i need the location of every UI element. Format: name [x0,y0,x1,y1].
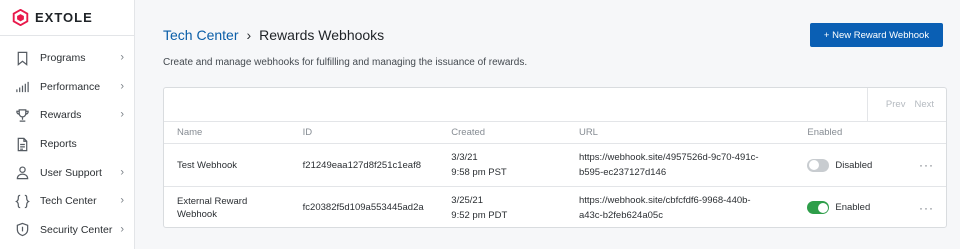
sidebar-item-label: Rewards [40,109,82,122]
page-title: Rewards Webhooks [259,27,385,43]
enabled-status-label: Disabled [835,159,873,171]
extole-logo-icon [12,9,29,26]
column-header-created: Created [451,127,486,138]
document-icon [14,136,30,152]
more-options-icon[interactable]: ··· [907,158,946,172]
sidebar-item-security-center[interactable]: Security Center › [0,216,134,245]
shield-icon [14,222,30,238]
column-header-enabled: Enabled [807,127,843,138]
sidebar-nav: Programs › Performance › Rewards › Repor… [0,44,134,244]
sidebar-item-label: User Support [40,166,102,179]
enabled-toggle[interactable] [807,201,830,214]
chevron-right-icon: › [120,194,124,207]
logo[interactable]: EXTOLE [0,0,134,36]
breadcrumb-separator: › [246,27,252,43]
sidebar-item-rewards[interactable]: Rewards › [0,101,134,130]
table-row[interactable]: External Reward Webhook fc20382f5d109a55… [164,186,946,228]
column-header-url: URL [578,127,598,138]
chevron-right-icon: › [120,51,124,64]
next-page-button[interactable]: Next [914,99,934,110]
webhook-url: https://webhook.site/cbfcfdf6-9968-440b-… [579,193,807,223]
enabled-status-label: Enabled [835,202,871,213]
webhook-id: f21249eaa127d8f251c1eaf8 [302,159,422,171]
webhook-name: Test Webhook [164,159,303,172]
table-header: Name ID Created URL Enabled [164,122,946,144]
logo-text: EXTOLE [35,10,93,25]
bookmark-icon [14,50,30,66]
sidebar-item-label: Reports [40,138,77,151]
braces-icon [14,193,30,209]
enabled-toggle[interactable] [807,158,830,172]
breadcrumb-tech-center-link[interactable]: Tech Center [163,27,238,43]
sidebar-item-tech-center[interactable]: Tech Center › [0,187,134,216]
sidebar-item-label: Tech Center [40,195,97,208]
bar-chart-icon [14,79,30,95]
sidebar-item-label: Performance [40,80,101,93]
created-time: 9:58 pm PST [451,167,507,178]
webhook-created: 3/25/21 9:52 pm PDT [451,193,579,223]
webhook-name-line1: External Reward [177,195,248,207]
breadcrumb: Tech Center › Rewards Webhooks [163,27,384,43]
sidebar-item-performance[interactable]: Performance › [0,73,134,102]
column-header-name: Name [177,127,203,138]
webhook-created: 3/3/21 9:58 pm PST [451,150,579,180]
sidebar: EXTOLE Programs › Performance › Rewards … [0,0,135,249]
webhook-name-line2: Webhook [177,208,217,220]
sidebar-item-reports[interactable]: Reports [0,130,134,159]
more-options-icon[interactable]: ··· [907,201,946,215]
webhooks-table-panel: Prev Next Name ID Created URL Enabled Te… [163,87,947,228]
page-subtitle: Create and manage webhooks for fulfillin… [163,57,528,68]
created-time: 9:52 pm PDT [451,209,508,221]
created-date: 3/25/21 [451,194,483,206]
new-reward-webhook-button[interactable]: + New Reward Webhook [810,23,943,47]
enabled-cell: Enabled [807,201,907,214]
sidebar-item-programs[interactable]: Programs › [0,44,134,73]
pagination-divider [866,87,868,122]
webhook-url: https://webhook.site/4957526d-9c70-491c-… [579,150,807,180]
trophy-icon [14,107,30,123]
table-row[interactable]: Test Webhook f21249eaa127d8f251c1eaf8 3/… [164,144,946,186]
sidebar-item-label: Security Center [40,223,113,236]
prev-page-button[interactable]: Prev [886,99,906,110]
toggle-knob [808,160,819,170]
url-line2: a43c-b2feb624a05c [578,209,663,221]
main-content: Tech Center › Rewards Webhooks Create an… [135,0,960,249]
sidebar-item-label: Programs [40,52,86,65]
sidebar-item-user-support[interactable]: User Support › [0,158,134,187]
pagination: Prev Next [164,87,946,122]
url-line1: https://webhook.site/cbfcfdf6-9968-440b- [578,194,751,206]
chevron-right-icon: › [120,166,124,179]
url-line2: b595-ec237127d146 [578,167,667,178]
toggle-knob [817,202,828,213]
column-header-id: ID [302,127,313,138]
person-icon [14,165,30,181]
url-line1: https://webhook.site/4957526d-9c70-491c- [578,152,759,163]
created-date: 3/3/21 [451,152,478,163]
chevron-right-icon: › [120,108,124,121]
webhook-id: fc20382f5d109a553445ad2a [302,202,424,213]
webhook-name-line1: Test Webhook [177,159,238,171]
enabled-cell: Disabled [807,158,907,172]
chevron-right-icon: › [120,80,124,93]
chevron-right-icon: › [120,223,124,236]
webhook-name: External Reward Webhook [164,195,303,221]
